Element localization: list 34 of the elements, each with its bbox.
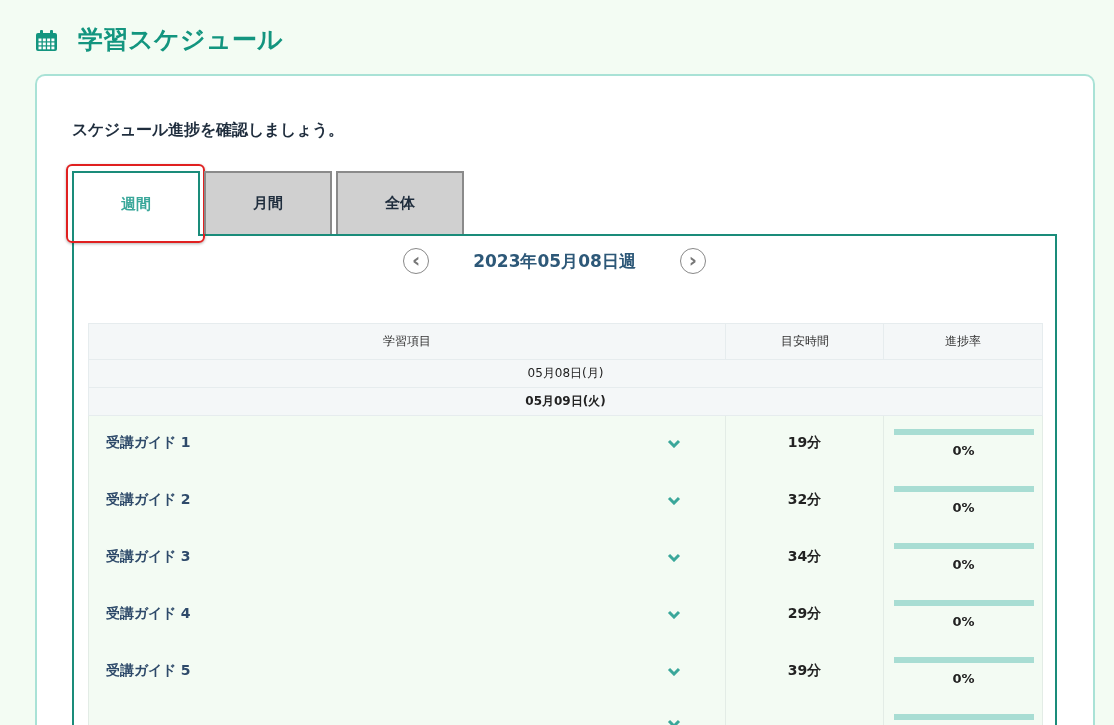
progress-text: 0% <box>952 443 975 458</box>
date-row: 05月09日(火) <box>88 387 1043 416</box>
chevron-down-icon[interactable] <box>667 552 681 562</box>
date-row: 05月08日(月) <box>88 359 1043 388</box>
time-cell-text: 39分 <box>786 661 823 680</box>
time-cell-text: 19分 <box>786 433 823 452</box>
column-header: 目安時間 <box>725 323 884 360</box>
column-header: 学習項目 <box>88 323 726 360</box>
time-cell-text: 29分 <box>786 604 823 623</box>
chevron-down-icon[interactable] <box>667 438 681 448</box>
next-button[interactable]: › <box>679 248 706 274</box>
progress-text: 0% <box>952 614 975 629</box>
time-cell-text: 32分 <box>786 490 823 509</box>
progress-text: 0% <box>952 500 975 515</box>
chevron-down-icon[interactable] <box>667 666 681 676</box>
chevron-down-icon[interactable] <box>667 495 681 505</box>
item-name: 受講ガイド 5 <box>106 662 191 680</box>
item-name: 受講ガイド 1 <box>106 434 191 452</box>
time-cell-text: 34分 <box>786 547 823 566</box>
tab[interactable]: 全体 <box>336 171 464 234</box>
page-title: 学習スケジュール <box>78 24 283 56</box>
progress-text: 0% <box>952 671 975 686</box>
tab[interactable]: 週間 <box>72 171 200 236</box>
column-header: 進捗率 <box>883 323 1043 360</box>
tab[interactable]: 月間 <box>204 171 332 234</box>
calendar-icon <box>35 28 58 52</box>
item-name: 受講ガイド 4 <box>106 605 191 623</box>
item-name: 受講ガイド 3 <box>106 548 191 566</box>
week-label: 2023年05月08日週 <box>473 249 636 273</box>
chevron-down-icon[interactable] <box>667 609 681 619</box>
progress-text: 0% <box>952 557 975 572</box>
previous-button[interactable]: ‹ <box>403 248 430 274</box>
intro-text: スケジュール進捗を確認しましょう。 <box>72 120 345 141</box>
item-name: 受講ガイド 2 <box>106 491 191 509</box>
